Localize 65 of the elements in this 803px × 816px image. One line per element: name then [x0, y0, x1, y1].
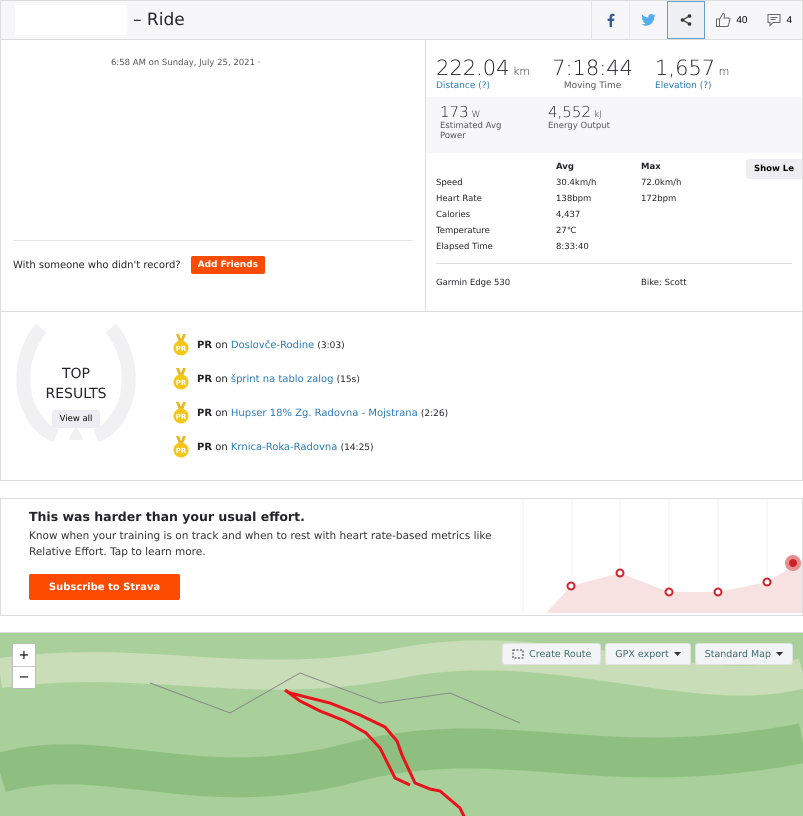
friend-prompt: With someone who didn't record?	[13, 260, 181, 270]
effort-point	[714, 588, 722, 596]
activity-date: 6:58 AM on Sunday, July 25, 2021 ·	[111, 58, 260, 68]
share-button[interactable]	[667, 1, 706, 39]
caret-icon	[776, 652, 783, 656]
bird-icon	[641, 14, 656, 26]
segment-link[interactable]: Krnica-Roka-Radovna	[230, 442, 338, 452]
table-cell-text: 30.4km/h	[556, 178, 598, 188]
comment-icon	[767, 13, 782, 27]
row-label: Speed	[436, 178, 464, 188]
segment-link[interactable]: Hupser 18% Zg. Radovna - Mojstrana	[230, 408, 418, 418]
facebook-icon	[606, 13, 615, 27]
add-friends-button[interactable]: Add Friends	[190, 256, 266, 274]
effort-point	[664, 588, 674, 596]
zoom-out-button[interactable]: −	[13, 666, 35, 688]
stat-label-link[interactable]: Distance (?)	[436, 81, 530, 91]
column-header: Max	[641, 162, 662, 172]
stat-value: 222.04 km	[436, 56, 530, 80]
row-label: Calories	[436, 210, 472, 220]
table-cell-text: 138bpm	[556, 194, 592, 204]
segment-link[interactable]: Doslovče-Rodine	[230, 340, 314, 350]
effort-point	[566, 582, 576, 590]
route-icon	[512, 649, 524, 659]
thumbs-up-icon	[715, 12, 732, 28]
activity-title: – Ride	[133, 10, 185, 30]
result-text: PR on Krnica-Roka-Radovna (14:25)	[197, 442, 374, 452]
stat-value: 173 W	[440, 103, 482, 121]
table-cell-text: 72.0km/h	[641, 178, 682, 188]
result-text: PR on Hupser 18% Zg. Radovna - Mojstrana (2:26)	[197, 408, 448, 418]
comments-button[interactable]: 4	[757, 1, 802, 39]
kudos-button[interactable]: 40	[705, 1, 758, 39]
map-dropdown[interactable]: GPX export	[605, 643, 691, 665]
stat-value: 4,552 kJ	[548, 103, 603, 121]
share-icon	[680, 14, 692, 26]
result-text: PR on šprint na tablo zalog (15s)	[197, 374, 360, 384]
top-results-title: TOP RESULTS	[44, 365, 108, 404]
highlighted-point	[785, 555, 801, 571]
row-label: Heart Rate	[436, 194, 483, 204]
stat-label: Estimated Avg Power	[440, 121, 502, 141]
row-label: Temperature	[436, 226, 491, 236]
stat-value: 1,657 m	[655, 56, 730, 80]
view-all-button[interactable]: View all	[52, 410, 100, 428]
stat-label: Energy Output	[548, 121, 611, 131]
map-dropdown[interactable]: Standard Map	[694, 643, 793, 665]
stat-value: 7:18:44	[552, 56, 634, 80]
stat-label-link[interactable]: Elevation (?)	[655, 81, 730, 91]
effort-point	[616, 568, 624, 578]
caret-icon	[674, 652, 681, 656]
table-cell-text: 4,437	[556, 210, 582, 220]
effort-title: This was harder than your usual effort.	[29, 509, 306, 524]
device-name: Garmin Edge 530	[436, 278, 512, 288]
segment-link[interactable]: šprint na tablo zalog	[230, 374, 334, 384]
bike-name: Bike: Scott	[641, 278, 688, 288]
row-label: Elapsed Time	[436, 242, 494, 252]
subscribe-button[interactable]: Subscribe to Strava	[29, 574, 180, 600]
effort-description: Know when your training is on track and when to rest with heart rate-based metrics like Relative Effort. Tap to learn more.	[29, 529, 493, 560]
effort-point	[762, 578, 772, 586]
column-header: Avg	[556, 162, 575, 172]
table-cell-text: 172bpm	[641, 194, 678, 204]
table-cell-text: 27℃	[556, 226, 578, 236]
show-laps-button[interactable]: Show Le	[746, 159, 802, 179]
stat-label: Moving Time	[562, 81, 622, 91]
create-route-button[interactable]: Create Route	[502, 643, 602, 665]
result-text: PR on Doslovče-Rodine (3:03)	[197, 340, 345, 350]
table-cell-text: 8:33:40	[556, 242, 590, 252]
